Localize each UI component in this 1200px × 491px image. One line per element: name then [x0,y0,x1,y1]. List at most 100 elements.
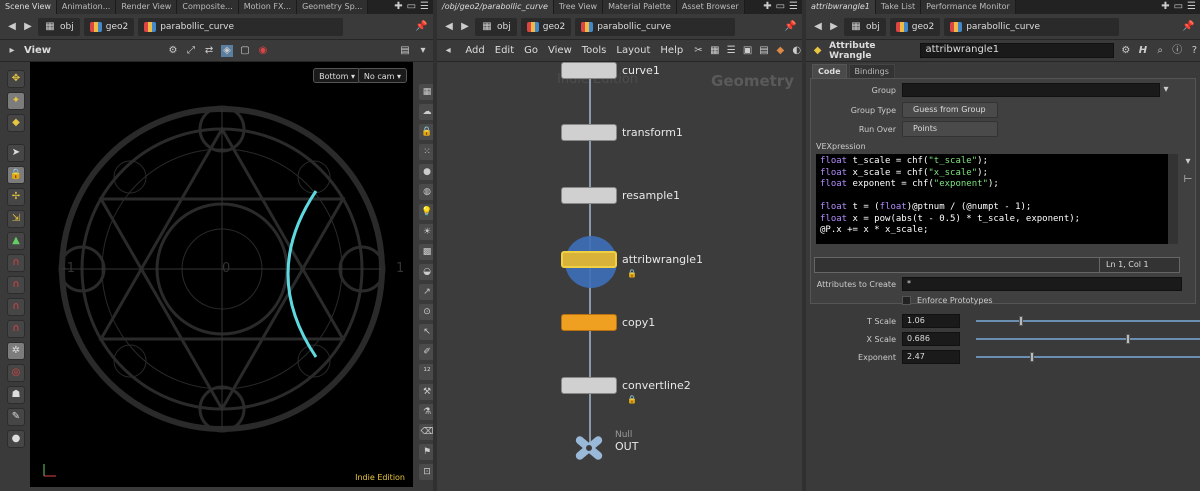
network-box-icon[interactable]: ▣ [742,45,752,57]
expand-code-icon[interactable]: ▾ [1182,156,1194,168]
node-curve1[interactable]: curve1 [561,62,660,79]
network-canvas[interactable]: Geometry Indie Edition curve1 transform1… [437,62,802,491]
t-scale-field[interactable]: 1.06 [902,314,960,328]
number-display-icon[interactable]: ¹² [419,364,433,380]
tab-composite[interactable]: Composite... [177,0,239,14]
info-icon[interactable]: ⓘ [1172,45,1183,57]
spare-params-icon[interactable]: ⊢ [1182,174,1194,186]
run-over-select[interactable]: Points [902,121,998,137]
grid-icon[interactable]: ▩ [419,244,433,260]
shape-palette-icon[interactable]: ◐ [792,45,802,57]
enforce-checkbox[interactable] [902,295,911,305]
node-copy1[interactable]: copy1 [561,314,655,331]
lock-view-icon[interactable]: ⊡ [419,464,433,480]
path-parabollic-curve[interactable]: parabollic_curve [944,17,1120,36]
snap-point-icon[interactable]: ∩ [7,298,25,316]
brightness-icon[interactable]: ☀ [419,224,433,240]
transform-handle-icon[interactable]: ✢ [7,188,25,206]
pose-tool-icon[interactable]: ▲ [7,232,25,250]
menu-edit[interactable]: Edit [495,45,514,56]
add-tab-icon[interactable]: ✚ [763,0,771,14]
question-icon[interactable]: ? [1189,45,1200,57]
menu-go[interactable]: Go [524,45,538,56]
back-icon[interactable]: ◀ [812,21,824,33]
view-projection-button[interactable]: Bottom ▾ [313,68,361,83]
path-geo2[interactable]: geo2 [520,17,572,36]
rotate-tool-icon[interactable]: ◆ [7,114,25,132]
menu-add[interactable]: Add [465,45,484,56]
exponent-slider-knob[interactable] [1030,352,1034,362]
render-icon[interactable]: ● [7,430,25,448]
pin-icon[interactable]: 📌 [784,21,796,33]
menu-icon[interactable]: ☰ [420,0,429,14]
display-options-icon[interactable]: ⚙ [167,45,179,57]
group-field[interactable] [902,83,1160,97]
code-scrollbar[interactable] [1168,154,1178,244]
path-obj[interactable]: ▦ obj [844,17,886,36]
menu-icon[interactable]: ☰ [1187,0,1196,14]
tab-network-path[interactable]: /obj/geo2/parabollic_curve [437,0,554,14]
menu-layout[interactable]: Layout [616,45,650,56]
pin-icon[interactable]: 📌 [415,21,427,33]
x-scale-slider-track[interactable] [976,338,1200,340]
path-parabollic-curve[interactable]: parabollic_curve [575,17,736,36]
tools-icon[interactable]: ✂ [693,45,703,57]
3d-viewport[interactable]: -1 0 1 Bottom ▾ No cam ▾ Indie Edition [30,62,413,487]
light-icon[interactable]: ☗ [7,386,25,404]
forward-icon[interactable]: ▶ [459,21,471,33]
path-geo2[interactable]: geo2 [83,17,135,36]
snap-grid-icon[interactable]: ∩ [7,276,25,294]
back-icon[interactable]: ◀ [443,21,455,33]
select-tool-icon[interactable]: ✥ [7,70,25,88]
tab-render-view[interactable]: Render View [116,0,178,14]
normal-icon[interactable]: ↗ [419,284,433,300]
vex-code-editor[interactable]: float t_scale = chf("t_scale"); float x_… [816,154,1174,244]
snap-prim-icon[interactable]: ∩ [7,320,25,338]
node-attribwrangle1[interactable]: attribwrangle1 [561,251,703,268]
menu-view[interactable]: View [548,45,572,56]
node-name-field[interactable]: attribwrangle1 [920,43,1115,58]
path-geo2[interactable]: geo2 [889,17,941,36]
eraser-icon[interactable]: ⌫ [419,424,433,440]
pin-icon[interactable]: ▭ [776,0,785,14]
tab-performance-monitor[interactable]: Performance Monitor [921,0,1016,14]
point-number-icon[interactable]: ⊙ [419,304,433,320]
pin-icon[interactable]: 📌 [1182,21,1194,33]
path-obj[interactable]: ▦ obj [475,17,517,36]
exponent-field[interactable]: 2.47 [902,350,960,364]
tab-scene-view[interactable]: Scene View [0,0,57,14]
lock-icon[interactable]: 🔒 [7,166,25,184]
wireframe-icon[interactable]: ◍ [419,184,433,200]
tab-tree-view[interactable]: Tree View [553,0,604,14]
vis-options-icon[interactable]: ▤ [399,45,411,57]
back-icon[interactable]: ◀ [6,21,18,33]
paint-bucket-icon[interactable]: ⚗ [419,404,433,420]
sticky-note-icon[interactable]: ▤ [759,45,769,57]
shading-icon[interactable]: ● [419,164,433,180]
attributes-field[interactable]: * [902,277,1182,291]
group-type-select[interactable]: Guess from Group [902,102,998,118]
t-scale-slider-track[interactable] [976,320,1200,322]
grid-view-icon[interactable]: ▦ [710,45,720,57]
node-out[interactable]: Null OUT [569,430,638,464]
scale-handle-icon[interactable]: ⇲ [7,210,25,228]
point-display-icon[interactable]: ⁙ [419,144,433,160]
node-transform1[interactable]: transform1 [561,124,683,141]
list-view-icon[interactable]: ☰ [726,45,736,57]
gear-icon[interactable]: ⚙ [1120,45,1131,57]
tab-take-list[interactable]: Take List [875,0,922,14]
tab-geometry-spreadsheet[interactable]: Geometry Sp... [297,0,369,14]
subtab-bindings[interactable]: Bindings [848,64,895,78]
lock-camera-icon[interactable]: 🔒 [419,124,433,140]
menu-help[interactable]: Help [660,45,683,56]
magnet-icon[interactable]: ∩ [7,254,25,272]
color-palette-icon[interactable]: ◆ [775,45,785,57]
snap-icon[interactable]: ⤢ [185,45,197,57]
paint-icon[interactable]: ✎ [7,408,25,426]
tab-asset-browser[interactable]: Asset Browser [676,0,745,14]
ghost-icon[interactable]: ☁ [419,104,433,120]
tab-animation[interactable]: Animation... [56,0,117,14]
record-icon[interactable]: ◉ [257,45,269,57]
pin-icon[interactable]: ▭ [1174,0,1183,14]
add-tab-icon[interactable]: ✚ [394,0,402,14]
